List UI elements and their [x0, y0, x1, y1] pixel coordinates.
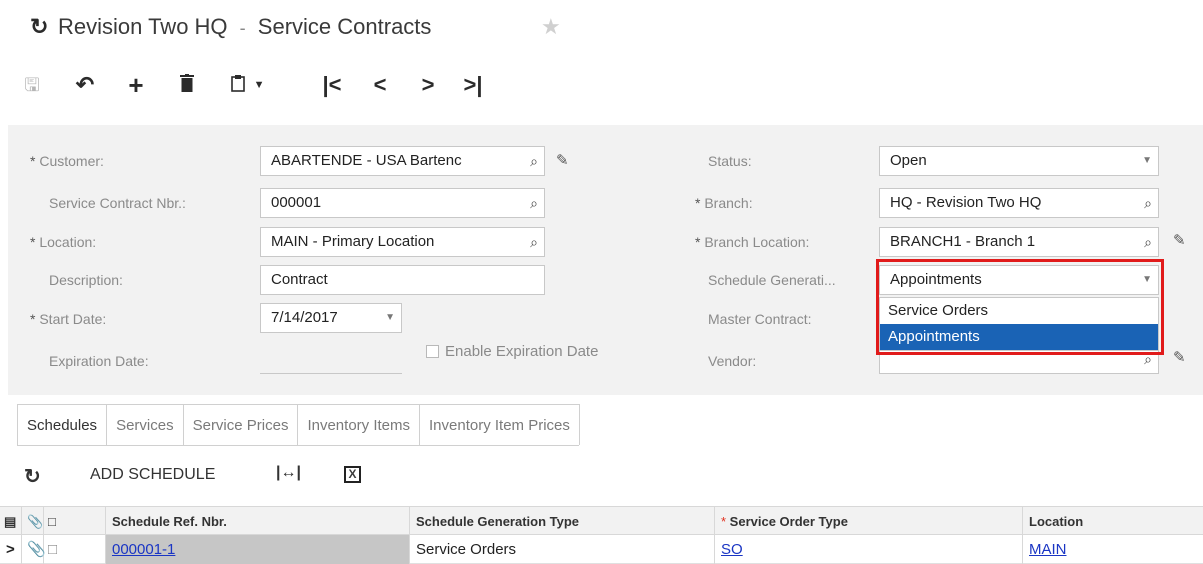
schedule-gen-select[interactable]: Appointments ▼ — [879, 265, 1159, 295]
start-date-label: * Start Date: — [30, 311, 107, 327]
plus-icon[interactable]: + — [121, 70, 151, 100]
status-field[interactable]: Open ▼ — [879, 146, 1159, 176]
refresh-page-icon[interactable]: ↻ — [30, 14, 48, 40]
customer-field[interactable]: ABARTENDE - USA Bartenc ⌕ — [260, 146, 545, 176]
customer-label: * Customer: — [30, 153, 104, 169]
save-icon[interactable]: 🖫 — [17, 70, 47, 100]
checkbox-box[interactable] — [426, 345, 439, 358]
first-record-icon[interactable]: |< — [317, 70, 347, 100]
contract-nbr-field[interactable]: 000001 ⌕ — [260, 188, 545, 218]
tab-inventory-items[interactable]: Inventory Items — [297, 404, 420, 445]
note-icon[interactable]: □ — [44, 535, 106, 564]
next-record-icon[interactable]: > — [413, 70, 443, 100]
search-icon[interactable]: ⌕ — [1144, 189, 1152, 217]
clipboard-icon[interactable]: ▼ — [223, 70, 273, 100]
search-icon[interactable]: ⌕ — [530, 189, 538, 217]
prev-record-icon[interactable]: < — [365, 70, 395, 100]
company-name: Revision Two HQ — [58, 14, 228, 39]
description-value: Contract — [271, 271, 328, 288]
branch-field[interactable]: HQ - Revision Two HQ ⌕ — [879, 188, 1159, 218]
screen-name: Service Contracts — [257, 14, 432, 39]
tab-bar: Schedules Services Service Prices Invent… — [17, 404, 580, 446]
col-location[interactable]: Location — [1023, 507, 1203, 536]
title-separator: - — [239, 18, 246, 38]
master-contract-label: Master Contract: — [708, 311, 812, 327]
last-record-icon[interactable]: >| — [458, 70, 488, 100]
tab-inventory-item-prices[interactable]: Inventory Item Prices — [419, 404, 580, 445]
row-pointer-icon: > — [0, 535, 22, 564]
branch-label: * Branch: — [695, 195, 753, 211]
edit-customer-icon[interactable]: ✎ — [556, 151, 569, 169]
chevron-down-icon[interactable]: ▼ — [1142, 266, 1152, 294]
edit-vendor-icon[interactable]: ✎ — [1173, 348, 1186, 366]
trash-icon[interactable] — [172, 70, 202, 100]
location-field[interactable]: MAIN - Primary Location ⌕ — [260, 227, 545, 257]
tab-schedules[interactable]: Schedules — [17, 404, 108, 445]
enable-expiration-label: Enable Expiration Date — [445, 343, 599, 360]
option-service-orders[interactable]: Service Orders — [880, 298, 1158, 324]
add-schedule-button[interactable]: ADD SCHEDULE — [90, 466, 215, 484]
search-icon[interactable]: ⌕ — [530, 147, 538, 175]
table-row[interactable]: > 📎 □ 000001-1 Service Orders SO MAIN — [0, 535, 1203, 564]
chevron-down-icon[interactable]: ▼ — [1142, 147, 1152, 175]
enable-expiration-checkbox[interactable]: Enable Expiration Date — [426, 343, 598, 360]
location-label: * Location: — [30, 234, 97, 250]
expiration-date-field[interactable] — [260, 344, 402, 374]
schedule-gen-options: Service Orders Appointments — [879, 297, 1159, 351]
branch-value: HQ - Revision Two HQ — [890, 194, 1042, 211]
branch-location-label: * Branch Location: — [695, 234, 810, 250]
star-icon[interactable]: ★ — [541, 14, 561, 40]
grid-header: ▤ 📎 □ Schedule Ref. Nbr. Schedule Genera… — [0, 506, 1203, 536]
option-appointments[interactable]: Appointments — [880, 324, 1158, 350]
page-title: Revision Two HQ - Service Contracts — [58, 14, 431, 40]
note-header-icon: □ — [44, 507, 106, 536]
attachment-header-icon: 📎 — [22, 507, 44, 536]
tab-service-prices[interactable]: Service Prices — [182, 404, 299, 445]
contract-nbr-value: 000001 — [271, 194, 322, 211]
schedules-grid: ▤ 📎 □ Schedule Ref. Nbr. Schedule Genera… — [0, 506, 1203, 564]
col-schedule-ref[interactable]: Schedule Ref. Nbr. — [106, 507, 410, 536]
schedule-gen-label: Schedule Generati... — [708, 272, 836, 288]
undo-icon[interactable]: ↶ — [70, 70, 100, 100]
vendor-label: Vendor: — [708, 353, 757, 369]
status-value: Open — [890, 152, 927, 169]
location-value: MAIN - Primary Location — [271, 233, 435, 250]
description-label: Description: — [49, 272, 123, 288]
attachment-icon[interactable]: 📎 — [22, 535, 46, 564]
schedule-ref-cell[interactable]: 000001-1 — [106, 535, 410, 564]
start-date-field[interactable]: 7/14/2017 ▼ — [260, 303, 402, 333]
service-order-type-cell[interactable]: SO — [715, 535, 1023, 564]
grid-refresh-icon[interactable]: ↻ — [24, 464, 41, 489]
contract-nbr-label: Service Contract Nbr.: — [49, 195, 186, 211]
branch-location-value: BRANCH1 - Branch 1 — [890, 233, 1036, 250]
search-icon[interactable]: ⌕ — [530, 228, 538, 256]
row-selector-header-icon: ▤ — [0, 507, 22, 536]
schedule-gen-value: Appointments — [890, 271, 982, 288]
generation-type-cell[interactable]: Service Orders — [410, 535, 715, 564]
col-generation-type[interactable]: Schedule Generation Type — [410, 507, 715, 536]
chevron-down-icon[interactable]: ▼ — [385, 304, 395, 332]
branch-location-field[interactable]: BRANCH1 - Branch 1 ⌕ — [879, 227, 1159, 257]
excel-export-icon[interactable]: X — [344, 466, 361, 483]
description-field[interactable]: Contract — [260, 265, 545, 295]
location-cell[interactable]: MAIN — [1023, 535, 1203, 564]
col-service-order-type[interactable]: * Service Order Type — [715, 507, 1023, 536]
fit-columns-icon[interactable]: |↔| — [276, 464, 301, 482]
customer-value: ABARTENDE - USA Bartenc — [271, 152, 462, 169]
edit-branch-location-icon[interactable]: ✎ — [1173, 231, 1186, 249]
status-label: Status: — [708, 153, 752, 169]
expiration-date-label: Expiration Date: — [49, 353, 149, 369]
tab-services[interactable]: Services — [106, 404, 184, 445]
search-icon[interactable]: ⌕ — [1144, 228, 1152, 256]
start-date-value: 7/14/2017 — [271, 309, 338, 326]
